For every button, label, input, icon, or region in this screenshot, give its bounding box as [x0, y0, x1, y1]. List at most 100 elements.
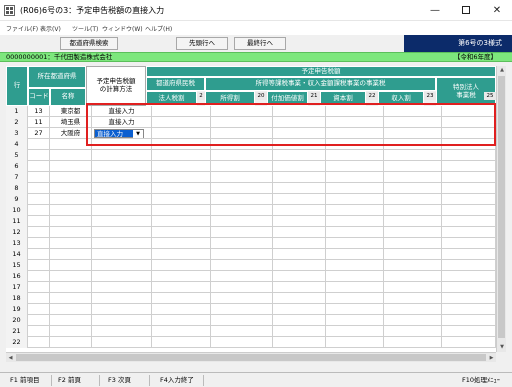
value-added-cell[interactable] [273, 326, 326, 337]
corp-tax-cell[interactable] [152, 293, 211, 304]
income-levy-cell[interactable] [211, 260, 273, 271]
menu-window[interactable]: ウィンドウ(W) [102, 24, 143, 33]
vertical-scrollbar[interactable]: ▲ ▼ [496, 66, 506, 352]
capital-cell[interactable] [326, 205, 384, 216]
corp-tax-cell[interactable] [152, 249, 211, 260]
table-row[interactable]: 1 13 東京都 直接入力 [6, 106, 496, 117]
table-row[interactable]: 15 [6, 260, 496, 271]
capital-cell[interactable] [326, 260, 384, 271]
prefecture-code-cell[interactable] [28, 139, 50, 150]
prefecture-code-cell[interactable]: 27 [28, 128, 50, 139]
value-added-cell[interactable] [273, 249, 326, 260]
revenue-cell[interactable] [384, 161, 442, 172]
revenue-cell[interactable] [384, 260, 442, 271]
value-added-cell[interactable] [273, 227, 326, 238]
corp-tax-cell[interactable] [152, 227, 211, 238]
last-row-button[interactable]: 最終行へ [234, 37, 286, 50]
prefecture-code-cell[interactable] [28, 293, 50, 304]
income-levy-cell[interactable] [211, 315, 273, 326]
prefecture-code-cell[interactable] [28, 282, 50, 293]
revenue-cell[interactable] [384, 227, 442, 238]
corp-tax-cell[interactable] [152, 150, 211, 161]
special-corp-cell[interactable] [442, 216, 496, 227]
corp-tax-cell[interactable] [152, 139, 211, 150]
value-added-cell[interactable] [273, 293, 326, 304]
capital-cell[interactable] [326, 337, 384, 348]
calc-method-cell[interactable] [92, 183, 152, 194]
table-row[interactable]: 17 [6, 282, 496, 293]
calc-method-cell[interactable]: 直接入力 [92, 106, 152, 117]
value-added-cell[interactable] [273, 216, 326, 227]
scroll-left-icon[interactable]: ◀ [6, 353, 15, 363]
scroll-up-icon[interactable]: ▲ [497, 66, 507, 75]
scroll-down-icon[interactable]: ▼ [497, 343, 507, 352]
capital-cell[interactable] [326, 139, 384, 150]
prefecture-code-cell[interactable] [28, 304, 50, 315]
capital-cell[interactable] [326, 271, 384, 282]
horizontal-scrollbar[interactable]: ◀ ▶ [6, 352, 496, 362]
corp-tax-cell[interactable] [152, 106, 211, 117]
value-added-cell[interactable] [273, 139, 326, 150]
revenue-cell[interactable] [384, 128, 442, 139]
income-levy-cell[interactable] [211, 304, 273, 315]
calc-method-cell[interactable] [92, 337, 152, 348]
capital-cell[interactable] [326, 249, 384, 260]
special-corp-cell[interactable] [442, 271, 496, 282]
capital-cell[interactable] [326, 150, 384, 161]
f3-next-page-button[interactable]: F3 次頁 [104, 375, 150, 386]
corp-tax-cell[interactable] [152, 117, 211, 128]
value-added-cell[interactable] [273, 117, 326, 128]
calc-method-cell[interactable] [92, 216, 152, 227]
capital-cell[interactable] [326, 238, 384, 249]
revenue-cell[interactable] [384, 271, 442, 282]
first-row-button[interactable]: 先頭行へ [176, 37, 228, 50]
revenue-cell[interactable] [384, 249, 442, 260]
special-corp-cell[interactable] [442, 315, 496, 326]
special-corp-cell[interactable] [442, 150, 496, 161]
value-added-cell[interactable] [273, 271, 326, 282]
revenue-cell[interactable] [384, 315, 442, 326]
special-corp-cell[interactable] [442, 249, 496, 260]
prefecture-code-cell[interactable] [28, 337, 50, 348]
income-levy-cell[interactable] [211, 172, 273, 183]
special-corp-cell[interactable] [442, 238, 496, 249]
income-levy-cell[interactable] [211, 227, 273, 238]
prefecture-code-cell[interactable] [28, 260, 50, 271]
special-corp-cell[interactable] [442, 172, 496, 183]
special-corp-cell[interactable] [442, 337, 496, 348]
value-added-cell[interactable] [273, 205, 326, 216]
special-corp-cell[interactable] [442, 326, 496, 337]
prefecture-code-cell[interactable] [28, 216, 50, 227]
value-added-cell[interactable] [273, 282, 326, 293]
corp-tax-cell[interactable] [152, 216, 211, 227]
calc-method-cell[interactable] [92, 249, 152, 260]
table-row[interactable]: 2 11 埼玉県 直接入力 [6, 117, 496, 128]
table-row[interactable]: 22 [6, 337, 496, 348]
capital-cell[interactable] [326, 161, 384, 172]
revenue-cell[interactable] [384, 117, 442, 128]
value-added-cell[interactable] [273, 238, 326, 249]
corp-tax-cell[interactable] [152, 315, 211, 326]
revenue-cell[interactable] [384, 150, 442, 161]
close-icon[interactable]: ✕ [482, 0, 512, 21]
revenue-cell[interactable] [384, 106, 442, 117]
special-corp-cell[interactable] [442, 293, 496, 304]
prefecture-code-cell[interactable] [28, 271, 50, 282]
calc-method-cell[interactable] [92, 227, 152, 238]
value-added-cell[interactable] [273, 106, 326, 117]
prefecture-code-cell[interactable] [28, 326, 50, 337]
corp-tax-cell[interactable] [152, 282, 211, 293]
revenue-cell[interactable] [384, 205, 442, 216]
revenue-cell[interactable] [384, 337, 442, 348]
table-row[interactable]: 3 27 大阪府 直接入力 ▼ [6, 128, 496, 139]
f4-finish-input-button[interactable]: F4入力終了 [156, 375, 204, 386]
special-corp-cell[interactable] [442, 227, 496, 238]
income-levy-cell[interactable] [211, 238, 273, 249]
scroll-right-icon[interactable]: ▶ [487, 353, 496, 363]
corp-tax-cell[interactable] [152, 205, 211, 216]
dropdown-arrow-icon[interactable]: ▼ [133, 130, 143, 138]
calc-method-cell[interactable] [92, 282, 152, 293]
capital-cell[interactable] [326, 282, 384, 293]
menu-tools[interactable]: ツール(T) [72, 24, 98, 33]
revenue-cell[interactable] [384, 139, 442, 150]
